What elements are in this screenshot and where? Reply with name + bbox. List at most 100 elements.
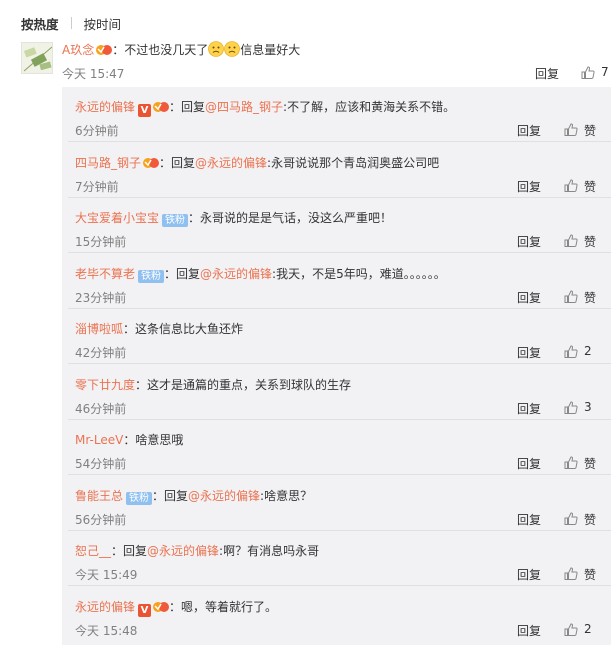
reply-text: Mr-LeeV：啥意思哦 xyxy=(75,431,183,448)
reply-author[interactable]: 鲁能王总 xyxy=(75,489,123,503)
reply-item: 鲁能王总 铁粉 ：回复@永远的偏锋:啥意思？ 56分钟前 回复 赞 xyxy=(62,476,611,531)
reply-button[interactable]: 回复 xyxy=(517,566,541,583)
reply-button[interactable]: 回复 xyxy=(517,622,541,639)
reply-body: :啥意思？ xyxy=(260,488,313,503)
like-label[interactable]: 赞 xyxy=(584,455,596,472)
reply-button[interactable]: 回复 xyxy=(517,178,541,195)
reply-prefix: ： xyxy=(123,322,136,336)
tab-sort-by-hot[interactable]: 按热度 xyxy=(21,14,59,33)
reply-item: 永远的偏锋 V ：嗯，等着就行了。 今天 15:48 回复 2 xyxy=(62,587,611,642)
thumbs-up-icon[interactable] xyxy=(581,66,595,79)
thumbs-up-icon[interactable] xyxy=(564,345,578,358)
like-label[interactable]: 赞 xyxy=(584,289,596,306)
reply-text: 大宝爱着小宝宝 铁粉 ：永哥说的是是气话，没这么严重吧！ xyxy=(75,209,392,227)
reply-item: 大宝爱着小宝宝 铁粉 ：永哥说的是是气话，没这么严重吧！ 15分钟前 回复 赞 xyxy=(62,198,611,253)
reply-prefix: ：回复 xyxy=(152,488,189,503)
vip-icon[interactable] xyxy=(143,156,160,169)
verified-badge[interactable]: V xyxy=(138,104,152,117)
reply-button[interactable]: 回复 xyxy=(535,65,559,82)
thumbs-up-icon[interactable] xyxy=(564,289,578,303)
mention-link[interactable]: @永远的偏锋 xyxy=(188,489,260,503)
reply-prefix: ：回复 xyxy=(169,100,206,114)
reply-body: :啊？有消息吗永哥 xyxy=(219,544,320,558)
avatar[interactable] xyxy=(21,42,53,74)
like-label[interactable]: 赞 xyxy=(584,178,596,195)
reply-author[interactable]: 零下廿九度 xyxy=(75,378,135,392)
reply-item: 零下廿九度：这才是通篇的重点，关系到球队的生存 46分钟前 回复 3 xyxy=(62,365,611,420)
reply-button[interactable]: 回复 xyxy=(517,344,541,361)
thumbs-up-icon[interactable] xyxy=(564,511,578,525)
reply-body: 这条信息比大鱼还炸 xyxy=(135,322,244,336)
reply-prefix: ：回复 xyxy=(164,266,201,281)
like-count: 7 xyxy=(601,65,609,79)
comment-text: A玖念 ：不过也没几天了 信息量好大 xyxy=(62,41,300,58)
thumbs-up-icon[interactable] xyxy=(564,178,578,192)
reply-author[interactable]: 恕己__ xyxy=(75,544,111,558)
reply-button[interactable]: 回复 xyxy=(517,122,541,139)
mention-link[interactable]: @四马路_钢子 xyxy=(205,100,283,114)
like-label[interactable]: 赞 xyxy=(584,511,596,528)
reply-body: :不了解，应该和黄海关系不错。 xyxy=(283,100,456,114)
reply-button[interactable]: 回复 xyxy=(517,455,541,472)
mention-link[interactable]: @永远的偏锋 xyxy=(195,156,267,170)
like-label[interactable]: 2 xyxy=(584,344,592,358)
sad-face-emoji-icon xyxy=(224,41,241,57)
reply-button[interactable]: 回复 xyxy=(517,400,541,417)
reply-prefix: ： xyxy=(135,377,148,392)
thumbs-up-icon[interactable] xyxy=(564,400,578,414)
like-label[interactable]: 赞 xyxy=(584,566,596,583)
fan-badge[interactable]: 铁粉 xyxy=(162,214,189,227)
reply-body: 啥意思哦 xyxy=(135,433,184,447)
reply-body: 嗯，等着就行了。 xyxy=(181,599,278,614)
reply-text: 恕己__：回复@永远的偏锋:啊？有消息吗永哥 xyxy=(75,542,319,559)
reply-time: 今天 15:48 xyxy=(75,623,138,638)
reply-item: Mr-LeeV：啥意思哦 54分钟前 回复 赞 xyxy=(62,420,611,475)
reply-body: 永哥说的是是气话，没这么严重吧！ xyxy=(200,211,393,225)
comment-body-start: 不过也没几天了 xyxy=(124,43,209,57)
like-label[interactable]: 3 xyxy=(584,400,592,414)
mention-link[interactable]: @永远的偏锋 xyxy=(200,267,272,281)
tab-sort-by-time[interactable]: 按时间 xyxy=(84,14,122,33)
comment-author[interactable]: A玖念 xyxy=(62,43,94,57)
like-label[interactable]: 赞 xyxy=(584,233,596,250)
thumbs-up-icon[interactable] xyxy=(564,234,578,247)
reply-button[interactable]: 回复 xyxy=(517,289,541,306)
verified-badge[interactable]: V xyxy=(138,603,152,617)
reply-button[interactable]: 回复 xyxy=(517,511,541,528)
reply-author[interactable]: 老毕不算老 xyxy=(75,267,135,281)
reply-item: 四马路_钢子 ：回复@永远的偏锋:永哥说说那个青岛润奥盛公司吧 7分钟前 回复 赞 xyxy=(62,143,611,198)
reply-time: 54分钟前 xyxy=(75,457,127,471)
thumbs-up-icon[interactable] xyxy=(564,622,578,636)
thumbs-up-icon[interactable] xyxy=(564,456,578,469)
reply-time: 42分钟前 xyxy=(75,346,127,360)
reply-text: 四马路_钢子 ：回复@永远的偏锋:永哥说说那个青岛润奥盛公司吧 xyxy=(75,154,439,171)
reply-prefix: ： xyxy=(188,211,201,225)
reply-prefix: ：回复 xyxy=(111,544,148,558)
mention-link[interactable]: @永远的偏锋 xyxy=(147,544,219,558)
reply-author[interactable]: 永远的偏锋 xyxy=(75,100,135,114)
thumbs-up-icon[interactable] xyxy=(564,123,578,136)
vip-icon[interactable] xyxy=(96,43,113,56)
comment-time: 今天 15:47 xyxy=(62,67,125,81)
thumbs-up-icon[interactable] xyxy=(564,567,578,580)
vip-icon[interactable] xyxy=(153,100,170,113)
fan-badge[interactable]: 铁粉 xyxy=(138,269,165,283)
reply-author[interactable]: 永远的偏锋 xyxy=(75,600,135,614)
reply-author[interactable]: 淄博啦呱 xyxy=(75,322,123,336)
reply-body: :我天，不是5年吗，难道。。。。。。 xyxy=(272,266,446,281)
sad-face-emoji-icon xyxy=(208,41,225,57)
reply-time: 46分钟前 xyxy=(75,401,127,416)
reply-prefix: ：回复 xyxy=(159,155,196,170)
reply-button[interactable]: 回复 xyxy=(517,233,541,250)
reply-body: 这才是通篇的重点，关系到球队的生存 xyxy=(147,377,352,392)
vip-icon[interactable] xyxy=(153,600,170,613)
like-label[interactable]: 赞 xyxy=(584,122,596,139)
main-comment: A玖念 ：不过也没几天了 信息量好大 今天 15:47 回复 7 xyxy=(0,34,611,86)
reply-text: 老毕不算老 铁粉 ：回复@永远的偏锋:我天，不是5年吗，难道。。。。。。 xyxy=(75,265,446,283)
reply-author[interactable]: 大宝爱着小宝宝 xyxy=(75,211,159,225)
reply-author[interactable]: 四马路_钢子 xyxy=(75,156,141,170)
fan-badge[interactable]: 铁粉 xyxy=(126,491,153,505)
reply-author[interactable]: Mr-LeeV xyxy=(75,433,123,447)
reply-text: 鲁能王总 铁粉 ：回复@永远的偏锋:啥意思？ xyxy=(75,487,312,505)
like-label[interactable]: 2 xyxy=(584,622,592,636)
